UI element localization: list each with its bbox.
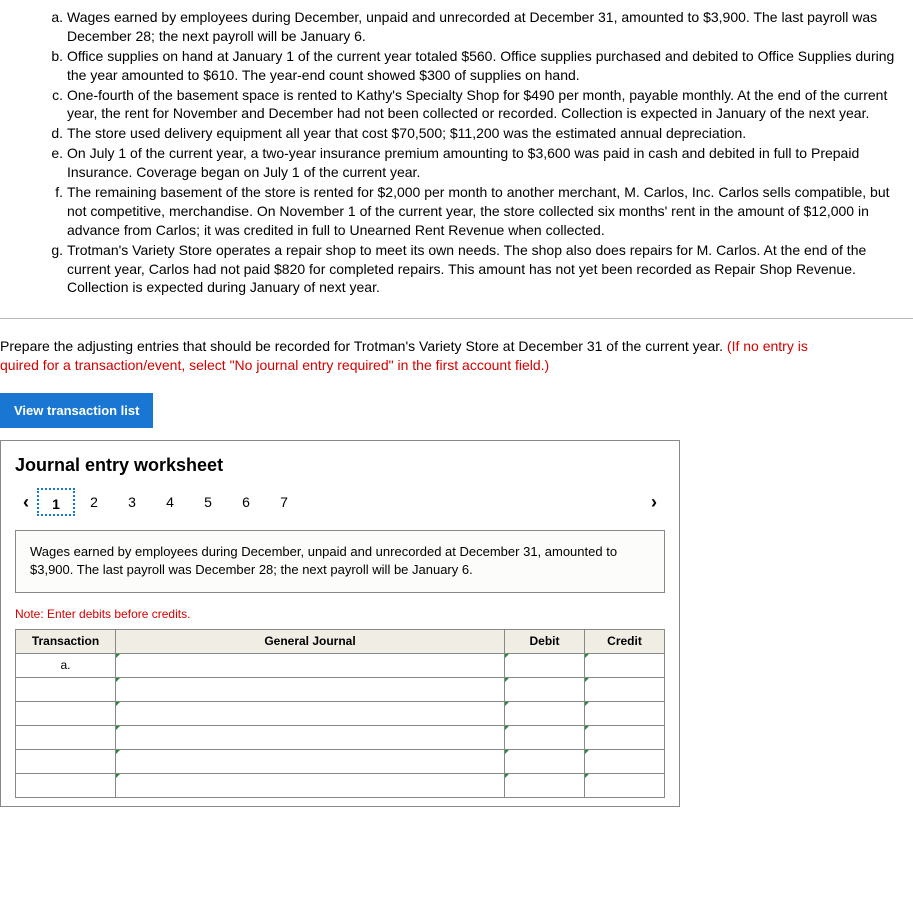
item-label: b. [45, 47, 63, 85]
item-label: f. [45, 183, 63, 240]
instructions: Prepare the adjusting entries that shoul… [0, 319, 913, 393]
problem-items: a.Wages earned by employees during Decem… [0, 0, 913, 318]
entry-description: Wages earned by employees during Decembe… [15, 530, 665, 592]
item-text: One-fourth of the basement space is rent… [67, 86, 903, 124]
debit-cell[interactable] [505, 653, 585, 677]
tab-row: ‹ 1 2 3 4 5 6 7 › [15, 488, 665, 516]
credit-cell[interactable] [585, 653, 665, 677]
tab-1[interactable]: 1 [37, 488, 75, 516]
table-row: a. [16, 653, 665, 677]
item-label: c. [45, 86, 63, 124]
credit-cell[interactable] [585, 725, 665, 749]
item-label: e. [45, 144, 63, 182]
general-journal-cell[interactable] [116, 701, 505, 725]
table-row [16, 677, 665, 701]
chevron-right-icon[interactable]: › [643, 492, 665, 513]
general-journal-cell[interactable] [116, 749, 505, 773]
tab-4[interactable]: 4 [151, 488, 189, 516]
tab-6[interactable]: 6 [227, 488, 265, 516]
item-text: The remaining basement of the store is r… [67, 183, 903, 240]
debit-cell[interactable] [505, 773, 585, 797]
tab-5[interactable]: 5 [189, 488, 227, 516]
table-header-row: Transaction General Journal Debit Credit [16, 629, 665, 653]
view-transaction-list-button[interactable]: View transaction list [0, 393, 153, 428]
item-label: a. [45, 8, 63, 46]
transaction-cell [16, 701, 116, 725]
credit-cell[interactable] [585, 749, 665, 773]
transaction-cell [16, 749, 116, 773]
transaction-cell [16, 725, 116, 749]
tab-7[interactable]: 7 [265, 488, 303, 516]
item-label: g. [45, 241, 63, 298]
item-text: Trotman's Variety Store operates a repai… [67, 241, 903, 298]
journal-table: Transaction General Journal Debit Credit… [15, 629, 665, 798]
col-general-journal-header: General Journal [116, 629, 505, 653]
item-label: d. [45, 124, 63, 143]
chevron-left-icon[interactable]: ‹ [15, 492, 37, 513]
list-item: b.Office supplies on hand at January 1 o… [45, 47, 903, 85]
table-row [16, 725, 665, 749]
transaction-cell [16, 677, 116, 701]
debit-cell[interactable] [505, 749, 585, 773]
note-line: Note: Enter debits before credits. [15, 607, 665, 621]
table-row [16, 773, 665, 797]
general-journal-cell[interactable] [116, 677, 505, 701]
debit-cell[interactable] [505, 677, 585, 701]
debit-cell[interactable] [505, 725, 585, 749]
list-item: g.Trotman's Variety Store operates a rep… [45, 241, 903, 298]
instructions-red2: quired for a transaction/event, select "… [0, 357, 549, 373]
item-text: On July 1 of the current year, a two-yea… [67, 144, 903, 182]
credit-cell[interactable] [585, 773, 665, 797]
col-debit-header: Debit [505, 629, 585, 653]
table-row [16, 749, 665, 773]
table-row [16, 701, 665, 725]
tab-2[interactable]: 2 [75, 488, 113, 516]
item-text: Office supplies on hand at January 1 of … [67, 47, 903, 85]
journal-worksheet: Journal entry worksheet ‹ 1 2 3 4 5 6 7 … [0, 440, 680, 806]
item-text: Wages earned by employees during Decembe… [67, 8, 903, 46]
instructions-red1: (If no entry is [727, 338, 808, 354]
item-list: a.Wages earned by employees during Decem… [45, 8, 913, 297]
col-transaction-header: Transaction [16, 629, 116, 653]
list-item: f.The remaining basement of the store is… [45, 183, 903, 240]
general-journal-cell[interactable] [116, 725, 505, 749]
credit-cell[interactable] [585, 677, 665, 701]
list-item: e.On July 1 of the current year, a two-y… [45, 144, 903, 182]
transaction-cell [16, 773, 116, 797]
note-text: Enter debits before credits. [47, 607, 190, 621]
list-item: a.Wages earned by employees during Decem… [45, 8, 903, 46]
worksheet-title: Journal entry worksheet [15, 455, 665, 476]
credit-cell[interactable] [585, 701, 665, 725]
transaction-cell: a. [16, 653, 116, 677]
tab-3[interactable]: 3 [113, 488, 151, 516]
item-text: The store used delivery equipment all ye… [67, 124, 903, 143]
col-credit-header: Credit [585, 629, 665, 653]
debit-cell[interactable] [505, 701, 585, 725]
instructions-main: Prepare the adjusting entries that shoul… [0, 338, 727, 354]
list-item: d.The store used delivery equipment all … [45, 124, 903, 143]
general-journal-cell[interactable] [116, 653, 505, 677]
list-item: c.One-fourth of the basement space is re… [45, 86, 903, 124]
note-prefix: Note: [15, 607, 47, 621]
general-journal-cell[interactable] [116, 773, 505, 797]
